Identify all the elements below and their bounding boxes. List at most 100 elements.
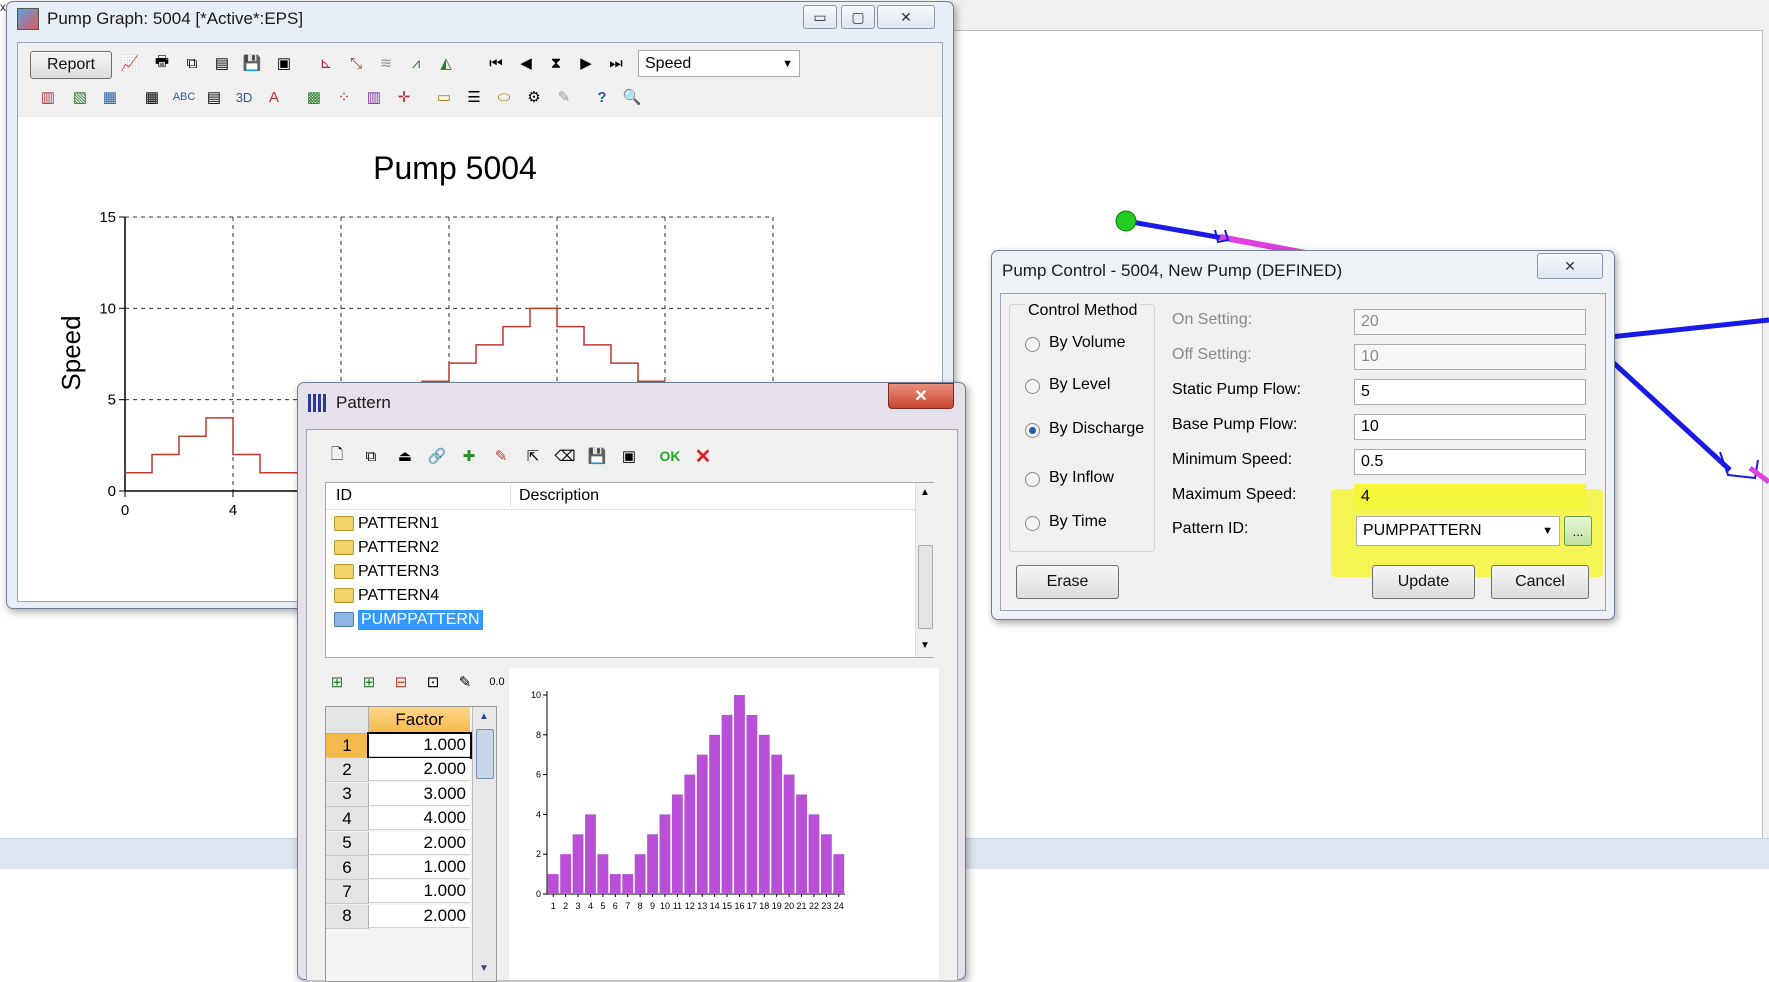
zoom-area-icon[interactable]: ▩: [302, 85, 326, 109]
on-setting-field[interactable]: 20: [1354, 309, 1586, 335]
table-row[interactable]: 1 1.000: [326, 732, 496, 759]
network-pipe[interactable]: [1609, 317, 1769, 340]
factor-column-header[interactable]: Factor: [369, 707, 470, 734]
min-speed-field[interactable]: 0.5: [1354, 449, 1586, 475]
column-divider[interactable]: [510, 485, 511, 507]
link-icon[interactable]: 🔗: [425, 444, 449, 468]
rename-icon[interactable]: ⇱: [521, 444, 545, 468]
list-item[interactable]: PATTERN4: [334, 585, 439, 606]
factor-cell[interactable]: 2.000: [369, 758, 470, 782]
row-number[interactable]: 3: [326, 782, 369, 807]
list-icon[interactable]: ☰: [462, 85, 486, 109]
factor-cell[interactable]: 1.000: [369, 856, 470, 879]
delete-row-icon[interactable]: ⊟: [389, 670, 413, 694]
table-icon[interactable]: ▦: [140, 85, 164, 109]
copy-data-icon[interactable]: ▤: [210, 51, 234, 75]
radio-by-time[interactable]: [1025, 516, 1040, 531]
scroll-thumb[interactable]: [918, 545, 933, 629]
add-icon[interactable]: ✚: [457, 444, 481, 468]
factor-cell[interactable]: 2.000: [369, 831, 470, 855]
print-icon[interactable]: 🖶: [150, 51, 174, 75]
close-button[interactable]: ✕: [877, 5, 935, 29]
cancel-button[interactable]: Cancel: [1491, 565, 1589, 599]
row-number[interactable]: 6: [326, 856, 369, 880]
table-row[interactable]: 2 2.000: [326, 758, 496, 783]
pattern-id-select[interactable]: PUMPPATTERN ▼: [1356, 516, 1560, 546]
report-button[interactable]: Report: [30, 51, 112, 79]
pump-control-close-button[interactable]: ✕: [1537, 253, 1603, 279]
scroll-thumb[interactable]: [476, 729, 494, 779]
id-column-header[interactable]: ID: [336, 487, 352, 505]
scroll-up-icon[interactable]: ▲: [479, 711, 489, 722]
scroll-down-icon[interactable]: ▼: [920, 640, 930, 651]
list-item[interactable]: PATTERN3: [334, 561, 439, 582]
magnifier-icon[interactable]: 🔍: [620, 85, 644, 109]
cancel-icon[interactable]: ✕: [691, 444, 715, 468]
duplicate-icon[interactable]: ⧉: [359, 444, 383, 468]
3d-bar-icon[interactable]: ▧: [68, 85, 92, 109]
by-inflow-label[interactable]: By Inflow: [1049, 469, 1114, 487]
options-icon[interactable]: ⚙: [522, 85, 546, 109]
pen-icon[interactable]: ✎: [552, 85, 576, 109]
max-speed-field[interactable]: 4: [1354, 484, 1586, 510]
append-row-icon[interactable]: ⊞: [357, 670, 381, 694]
row-number[interactable]: 2: [326, 758, 369, 783]
by-discharge-label[interactable]: By Discharge: [1049, 420, 1144, 438]
scroll-up-icon[interactable]: ▲: [920, 487, 930, 498]
radio-by-inflow[interactable]: [1025, 472, 1040, 487]
scroll-down-icon[interactable]: ▼: [479, 963, 489, 974]
text-icon[interactable]: ABC: [172, 85, 196, 109]
prev-step-icon[interactable]: ◀: [514, 51, 538, 75]
font-icon[interactable]: A: [262, 85, 286, 109]
area-chart-icon[interactable]: ◭: [434, 51, 458, 75]
row-info-icon[interactable]: ⊡: [421, 670, 445, 694]
pattern-browse-button[interactable]: ...: [1564, 516, 1592, 546]
network-node[interactable]: [1115, 210, 1137, 232]
radio-by-discharge[interactable]: [1025, 423, 1040, 438]
table-row[interactable]: 5 2.000: [326, 831, 496, 856]
last-step-icon[interactable]: ⏭: [604, 51, 628, 75]
trend-icon[interactable]: ≋: [374, 51, 398, 75]
first-step-icon[interactable]: ⏮: [484, 51, 508, 75]
save-all-icon[interactable]: ▣: [617, 444, 641, 468]
help-icon[interactable]: ?: [590, 85, 614, 109]
factor-cell[interactable]: 1.000: [367, 732, 472, 759]
factor-cell[interactable]: 3.000: [369, 782, 470, 806]
table-row[interactable]: 6 1.000: [326, 856, 496, 880]
row-number[interactable]: 7: [326, 880, 369, 905]
radio-by-volume[interactable]: [1025, 337, 1040, 352]
factor-grid[interactable]: Factor 1 1.000 2 2.000 3 3.000 4 4.000 5 2.000 6 1.…: [325, 706, 497, 982]
pump-control-titlebar[interactable]: Pump Control - 5004, New Pump (DEFINED): [992, 251, 1614, 291]
list-scrollbar[interactable]: ▲ ▼: [915, 483, 934, 657]
list-item[interactable]: PATTERN2: [334, 537, 439, 558]
stacked-bar-icon[interactable]: ▦: [98, 85, 122, 109]
insert-row-icon[interactable]: ⊞: [325, 670, 349, 694]
eraser-icon[interactable]: ⌫: [553, 444, 577, 468]
factor-cell[interactable]: 2.000: [369, 904, 470, 928]
row-number[interactable]: 8: [326, 904, 369, 929]
scatter-icon[interactable]: ⁘: [332, 85, 356, 109]
maximize-button[interactable]: ▢: [841, 5, 875, 29]
table-row[interactable]: 7 1.000: [326, 880, 496, 905]
variable-select[interactable]: Speed ▼: [638, 50, 800, 77]
label-icon[interactable]: ⬭: [492, 85, 516, 109]
grid-scrollbar[interactable]: ▲ ▼: [472, 707, 496, 981]
decimal-format-icon[interactable]: 0.0: [485, 670, 509, 694]
ok-button[interactable]: OK: [655, 444, 685, 468]
table-row[interactable]: 8 2.000: [326, 904, 496, 929]
copy-icon[interactable]: ⧉: [180, 51, 204, 75]
new-pattern-icon[interactable]: 🗋: [325, 444, 349, 468]
export-icon[interactable]: ▣: [272, 51, 296, 75]
by-time-label[interactable]: By Time: [1049, 513, 1107, 531]
line-chart-icon[interactable]: ⩘: [404, 51, 428, 75]
hourglass-icon[interactable]: ⧗: [544, 51, 568, 75]
edit-icon[interactable]: ✎: [489, 444, 513, 468]
list-item[interactable]: PATTERN1: [334, 513, 439, 534]
by-level-label[interactable]: By Level: [1049, 376, 1110, 394]
network-pipe[interactable]: [1603, 353, 1732, 472]
radio-by-level[interactable]: [1025, 379, 1040, 394]
table-row[interactable]: 4 4.000: [326, 807, 496, 832]
network-pipe-highlight[interactable]: [1748, 465, 1769, 485]
chart-type-icon[interactable]: ⤡: [344, 51, 368, 75]
bar-chart-icon[interactable]: ▥: [36, 85, 60, 109]
